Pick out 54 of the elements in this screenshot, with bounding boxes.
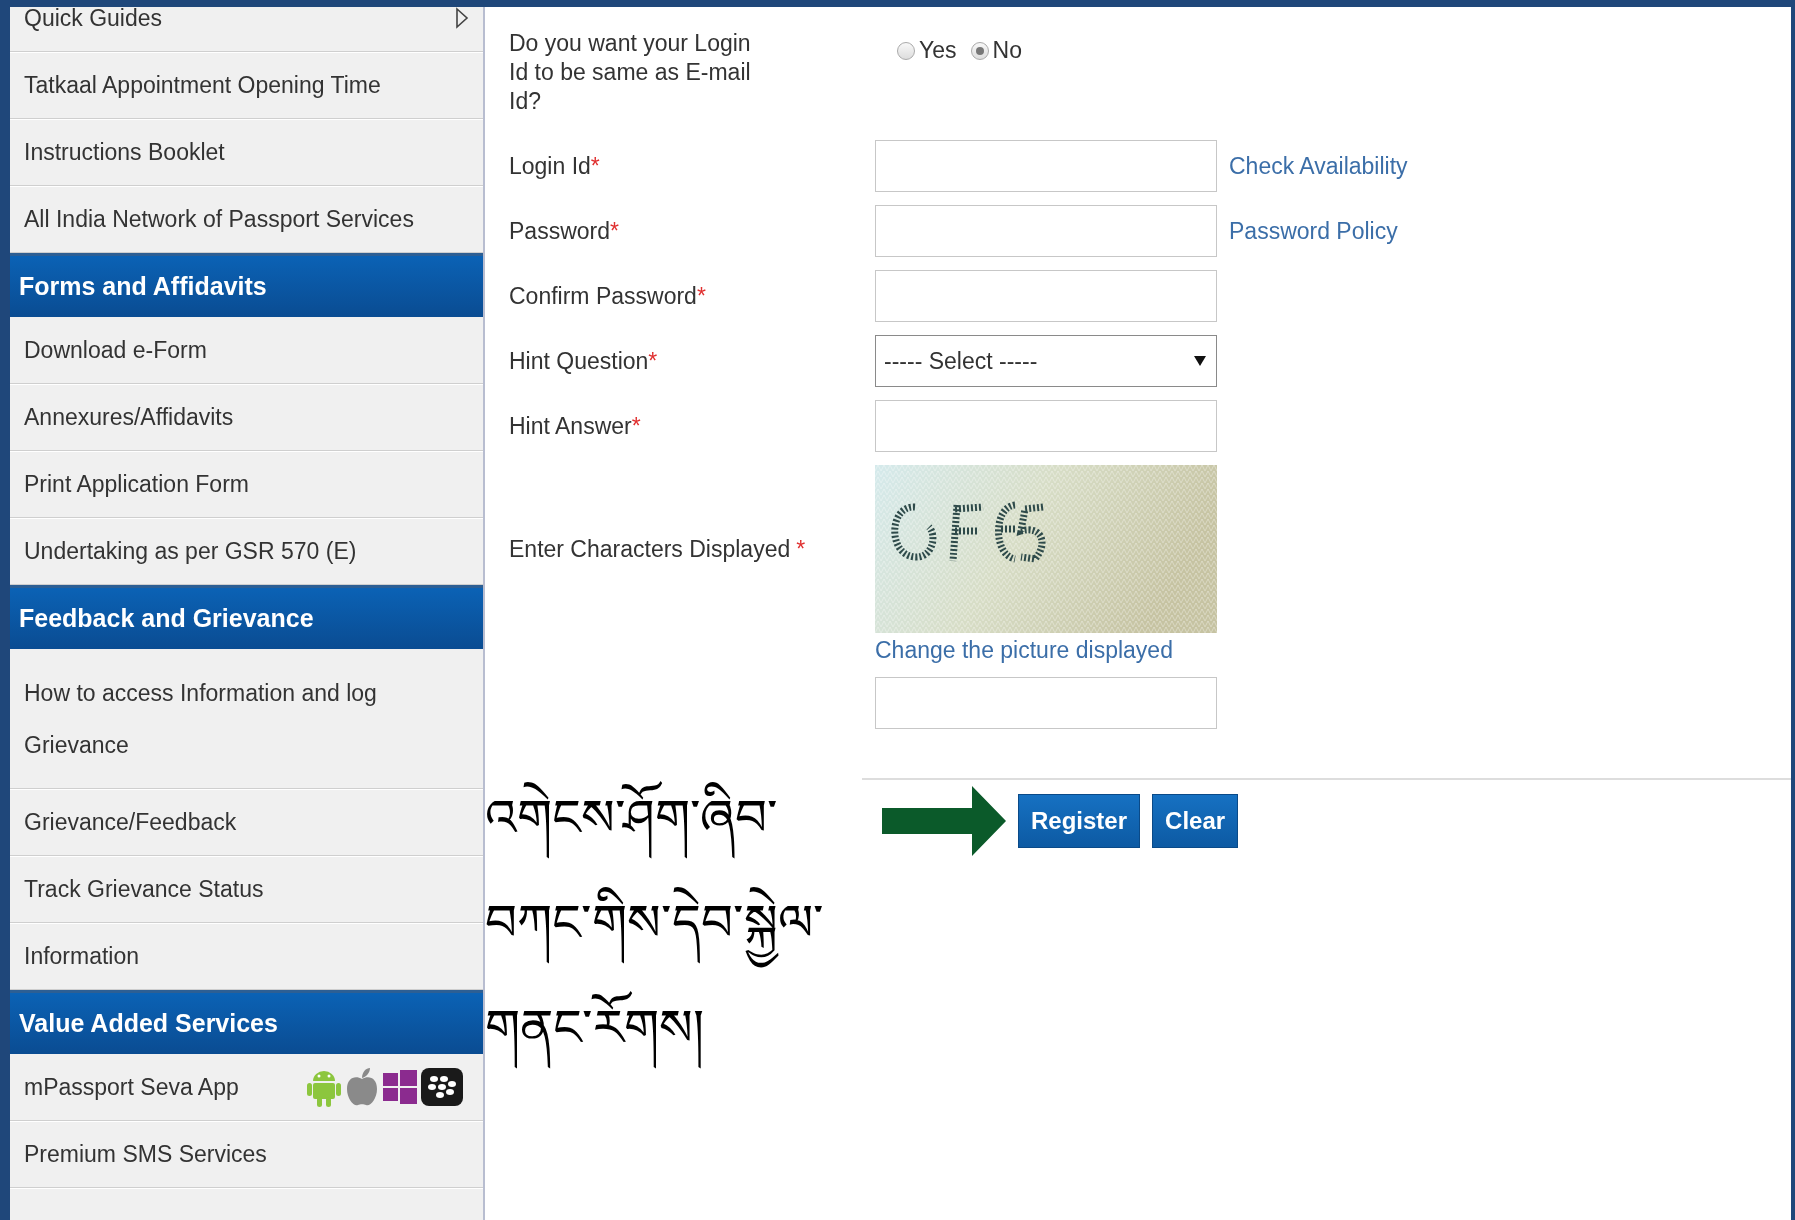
required-mark: * <box>796 535 806 562</box>
input-field[interactable] <box>875 205 1217 257</box>
menu-link[interactable]: Premium SMS Services <box>24 1140 469 1168</box>
menu-link[interactable]: How to access Information and log Grievance <box>24 666 469 771</box>
menu-link[interactable]: Undertaking as per GSR 570 (E) <box>24 537 469 565</box>
field-label: Hint Answer <box>509 412 632 439</box>
text-link[interactable]: Check Availability <box>1217 152 1791 180</box>
dropdown-field[interactable]: ----- Select ----- <box>875 335 1217 387</box>
menu-link[interactable]: Annexures/Affidavits <box>24 403 469 431</box>
input-field[interactable] <box>875 400 1217 452</box>
field-label: Password <box>509 217 610 244</box>
menu-link[interactable]: All India Network of Passport Services <box>24 205 469 233</box>
question-label: Do you want your Login Id to be same as E-mail Id? <box>508 29 752 116</box>
menu-link[interactable]: Download e-Form <box>24 336 469 364</box>
radio-button[interactable] <box>897 41 915 60</box>
radio-button[interactable] <box>970 41 989 60</box>
text-link[interactable]: Password Policy <box>1217 217 1791 245</box>
notice-text: འགེངས་ཤོག་ཞིབ་ <box>485 766 862 871</box>
menu-link[interactable]: Tatkaal Appointment Opening Time <box>24 71 469 99</box>
section-header: Feedback and Grievance <box>10 585 483 649</box>
blackberry-logo-icon[interactable] <box>421 1068 463 1106</box>
menu-link[interactable]: Print Application Form <box>24 470 469 498</box>
input-field[interactable] <box>875 677 1217 729</box>
radio-label[interactable]: Yes <box>919 37 957 64</box>
menu-link[interactable]: Quick Guides <box>24 7 455 32</box>
menu-link[interactable]: Instructions Booklet <box>24 138 469 166</box>
notice-text: བཀང་གིས་དེབ་སྐྱེལ་ <box>485 871 862 976</box>
section-header: Forms and Affidavits <box>10 253 483 317</box>
required-mark: * <box>696 282 706 309</box>
arrow-right-icon <box>882 786 1006 856</box>
chevron-right-icon[interactable] <box>455 7 469 29</box>
required-mark: * <box>648 347 658 374</box>
menu-link[interactable]: mPassport Seva App <box>24 1073 307 1101</box>
section-header: Value Added Services <box>10 990 483 1054</box>
input-field[interactable] <box>875 270 1217 322</box>
required-mark: * <box>610 217 619 244</box>
form-button[interactable]: Register <box>1018 794 1141 848</box>
field-label: Hint Question <box>509 347 649 374</box>
input-field[interactable] <box>875 140 1217 192</box>
form-button[interactable]: Clear <box>1152 794 1239 848</box>
field-label: Enter Characters Displayed <box>509 535 791 562</box>
field-label: Login Id <box>509 152 591 179</box>
windows-logo-icon[interactable] <box>383 1070 417 1104</box>
field-label: Confirm Password <box>509 282 697 309</box>
text-link[interactable]: Change the picture displayed <box>875 637 1217 664</box>
radio-label[interactable]: No <box>992 37 1022 64</box>
notice-text: གནང་རོགས། <box>485 976 862 1081</box>
menu-link[interactable]: Information <box>24 942 469 970</box>
dropdown-arrow-icon[interactable] <box>1194 356 1206 366</box>
apple-icon[interactable] <box>345 1067 379 1107</box>
menu-link[interactable]: Grievance/Feedback <box>24 808 469 836</box>
required-mark: * <box>590 152 600 179</box>
required-mark: * <box>631 412 641 439</box>
menu-link[interactable]: Track Grievance Status <box>24 875 469 903</box>
